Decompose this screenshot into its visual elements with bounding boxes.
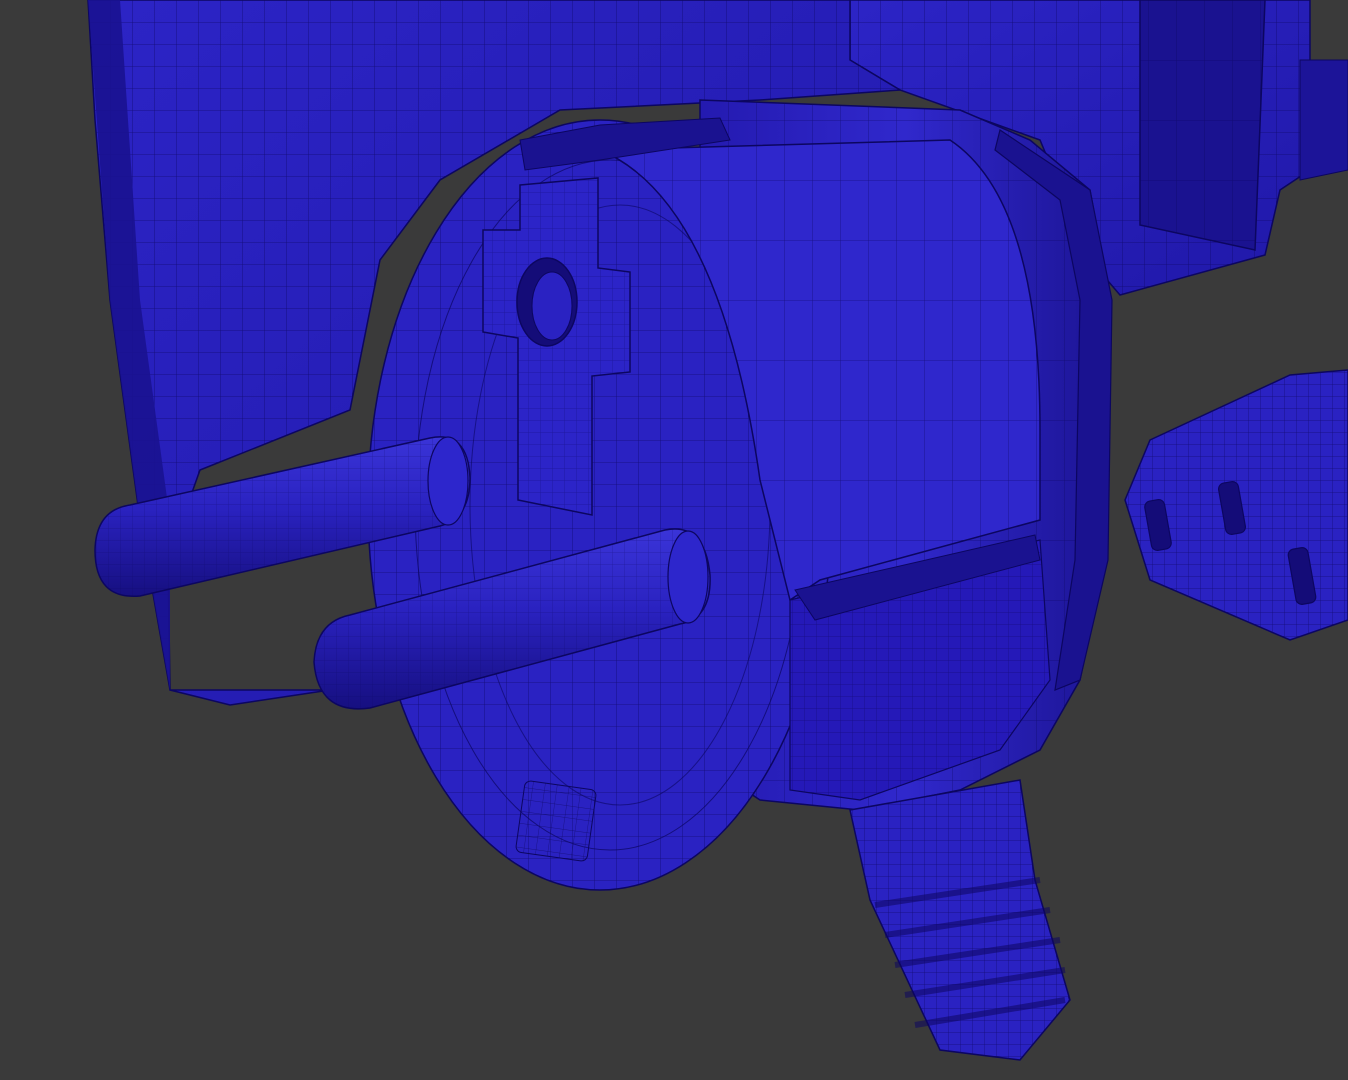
cable-strain-relief[interactable] [849, 779, 1071, 1061]
iec-connector[interactable] [1124, 369, 1348, 641]
viewport-render [87, 0, 1348, 1061]
plug-body[interactable] [367, 99, 1113, 891]
3d-viewport[interactable] [0, 0, 1348, 1080]
